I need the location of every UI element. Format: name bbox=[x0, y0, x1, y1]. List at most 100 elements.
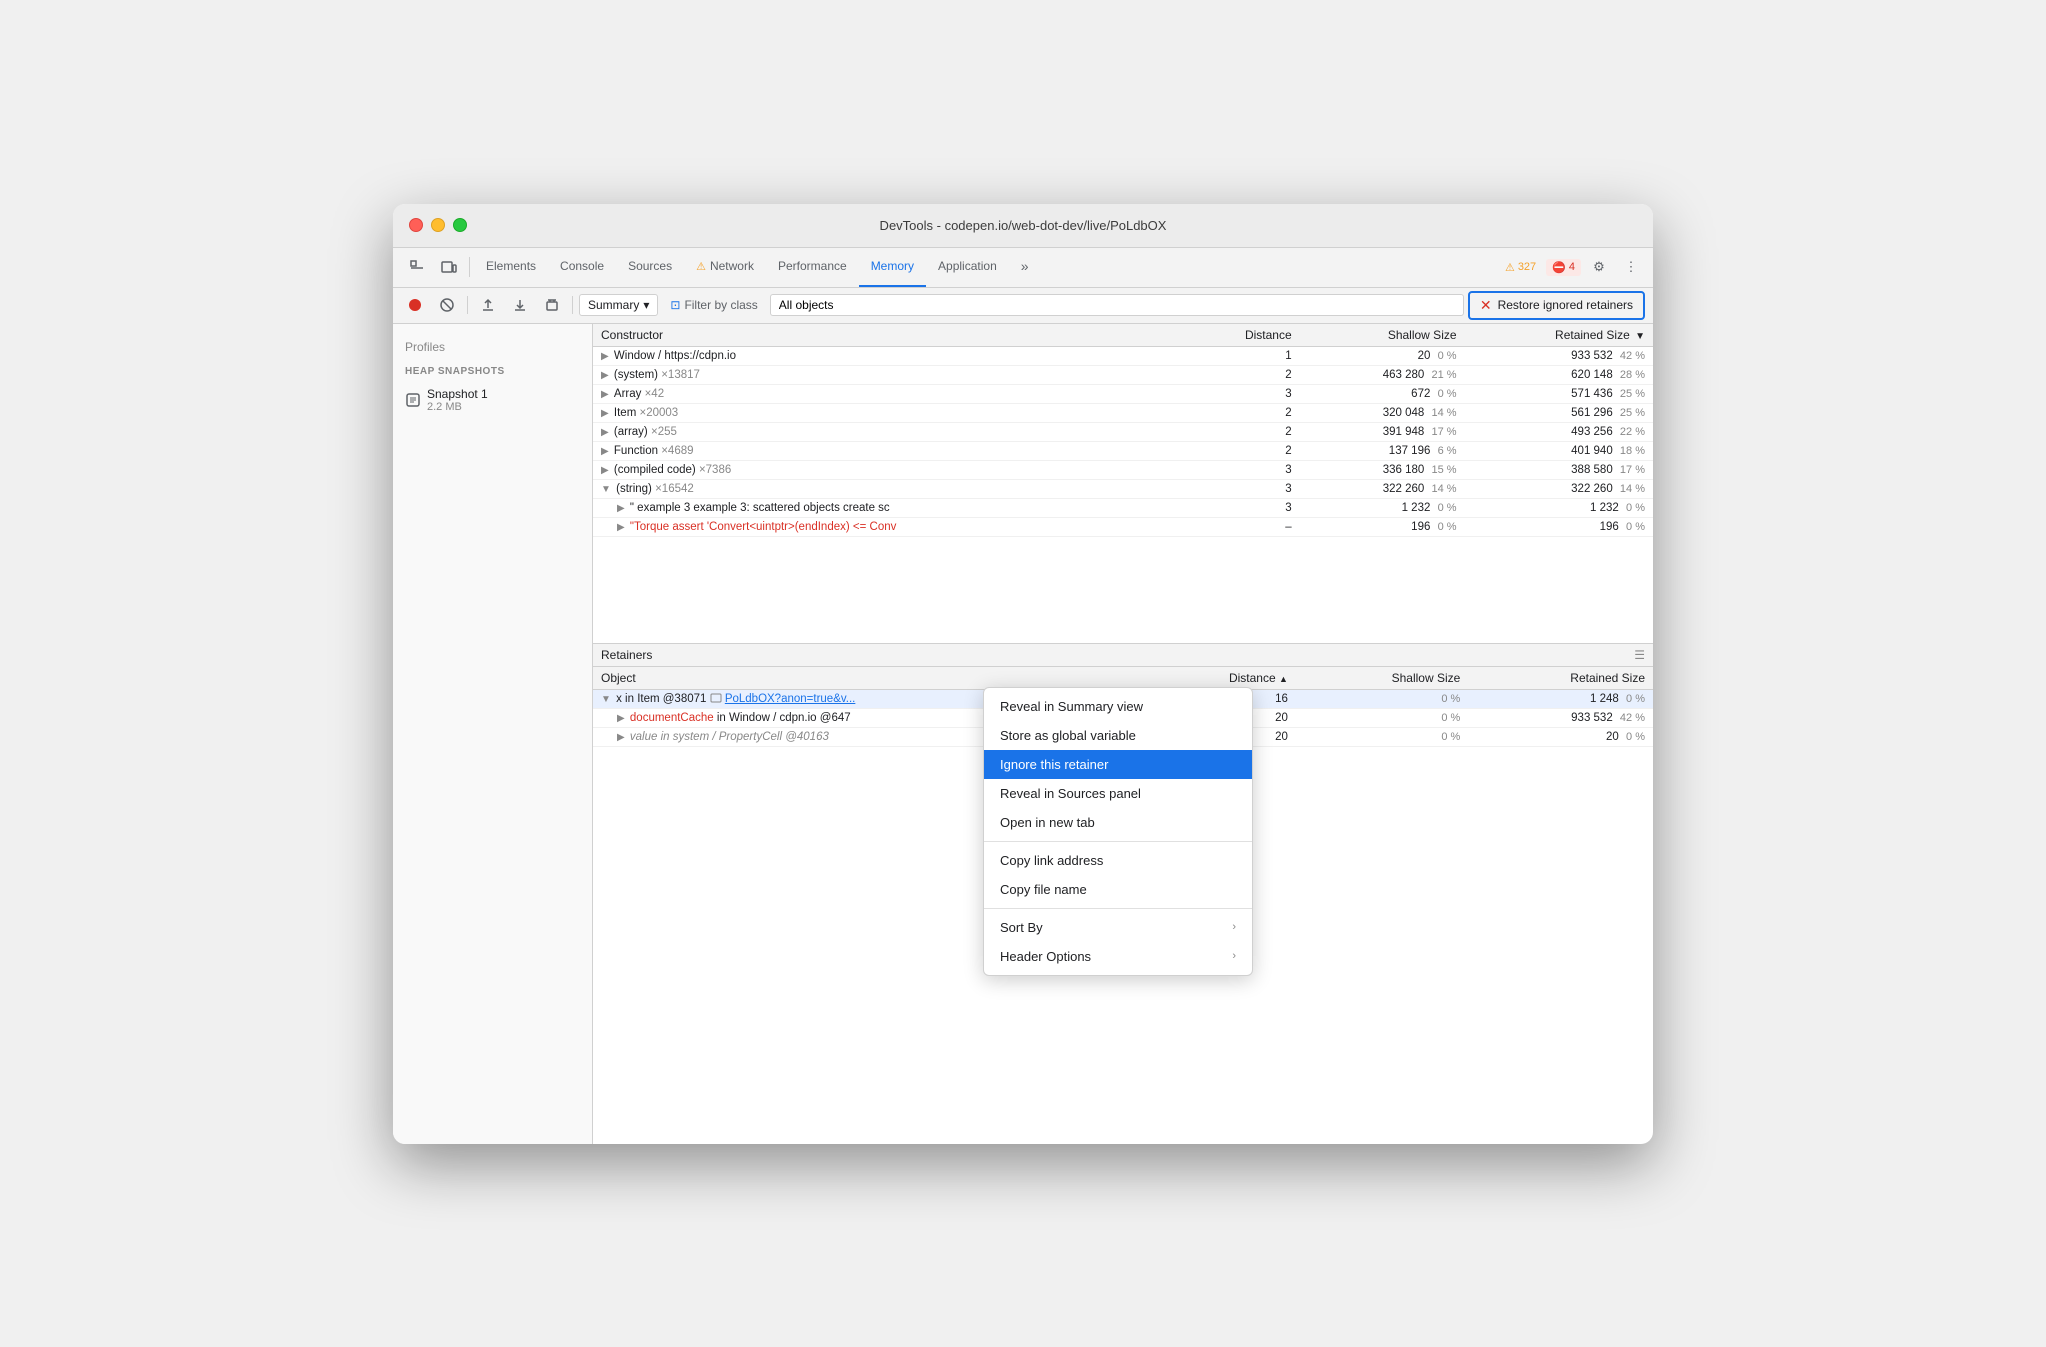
row-retained: 388 580 17 % bbox=[1465, 460, 1653, 479]
tab-console[interactable]: Console bbox=[548, 247, 616, 287]
ctx-store-global[interactable]: Store as global variable bbox=[984, 721, 1252, 750]
network-warning-icon: ⚠ bbox=[696, 260, 706, 273]
expand-icon[interactable]: ▶ bbox=[601, 446, 609, 457]
table-row[interactable]: ▶ Array ×42 3 672 0 % 571 436 25 % bbox=[593, 384, 1653, 403]
table-row[interactable]: ▶ Item ×20003 2 320 048 14 % 561 296 25 … bbox=[593, 403, 1653, 422]
table-row[interactable]: ▶ (array) ×255 2 391 948 17 % 493 256 22… bbox=[593, 422, 1653, 441]
ctx-header-options[interactable]: Header Options › bbox=[984, 942, 1252, 971]
table-row[interactable]: ▶ Function ×4689 2 137 196 6 % 401 940 1… bbox=[593, 441, 1653, 460]
tab-performance[interactable]: Performance bbox=[766, 247, 859, 287]
warning-badge: ⚠ 327 bbox=[1499, 259, 1542, 276]
warning-icon: ⚠ bbox=[1505, 261, 1515, 274]
row-constructor: ▶ Function ×4689 bbox=[593, 441, 1205, 460]
ctx-ignore-retainer[interactable]: Ignore this retainer bbox=[984, 750, 1252, 779]
table-row[interactable]: ▶ Window / https://cdpn.io 1 20 0 % 933 … bbox=[593, 346, 1653, 365]
clear-btn[interactable] bbox=[538, 291, 566, 319]
restore-retainers-btn[interactable]: ✕ Restore ignored retainers bbox=[1468, 291, 1645, 320]
snapshot-item[interactable]: Snapshot 1 2.2 MB bbox=[393, 381, 592, 419]
ctx-sort-by[interactable]: Sort By › bbox=[984, 913, 1252, 942]
table-row[interactable]: ▶ " example 3 example 3: scattered objec… bbox=[593, 498, 1653, 517]
ctx-open-tab[interactable]: Open in new tab bbox=[984, 808, 1252, 837]
row-distance: 3 bbox=[1205, 460, 1299, 479]
devtools-nav-tabs: Elements Console Sources ⚠ Network Perfo… bbox=[393, 248, 1653, 288]
expand-icon[interactable]: ▶ bbox=[617, 732, 625, 743]
cancel-btn[interactable] bbox=[433, 291, 461, 319]
row-constructor: ▶ Window / https://cdpn.io bbox=[593, 346, 1205, 365]
th-distance: Distance bbox=[1205, 324, 1299, 347]
title-bar: DevTools - codepen.io/web-dot-dev/live/P… bbox=[393, 204, 1653, 248]
expand-icon[interactable]: ▶ bbox=[601, 408, 609, 419]
snapshot-info: Snapshot 1 2.2 MB bbox=[427, 387, 488, 413]
ret-link[interactable]: PoLdbOX?anon=true&v... bbox=[725, 693, 856, 705]
close-button[interactable] bbox=[409, 218, 423, 232]
table-row[interactable]: ▶ "Torque assert 'Convert<uintptr>(endIn… bbox=[593, 517, 1653, 536]
heap-snapshots-title: HEAP SNAPSHOTS bbox=[393, 358, 592, 381]
upload-btn[interactable] bbox=[474, 291, 502, 319]
tab-memory[interactable]: Memory bbox=[859, 247, 926, 287]
collapse-icon[interactable]: ▼ bbox=[601, 484, 611, 495]
expand-icon[interactable]: ▶ bbox=[601, 427, 609, 438]
objects-filter-input[interactable] bbox=[770, 294, 1464, 316]
tab-more[interactable]: » bbox=[1009, 247, 1041, 287]
retainers-scroll-btn[interactable]: ☰ bbox=[1634, 648, 1645, 662]
ctx-copy-link[interactable]: Copy link address bbox=[984, 846, 1252, 875]
row-shallow: 137 196 6 % bbox=[1300, 441, 1465, 460]
filter-btn[interactable]: ⊡ Filter by class bbox=[662, 295, 765, 315]
retainers-header: Retainers ☰ bbox=[593, 644, 1653, 667]
table-row[interactable]: ▶ (system) ×13817 2 463 280 21 % 620 148… bbox=[593, 365, 1653, 384]
expand-icon[interactable]: ▶ bbox=[617, 713, 625, 724]
row-retained: 571 436 25 % bbox=[1465, 384, 1653, 403]
ret-row-shallow: 0 % bbox=[1296, 689, 1468, 708]
tab-sources[interactable]: Sources bbox=[616, 247, 684, 287]
download-btn[interactable] bbox=[506, 291, 534, 319]
row-constructor: ▶ Item ×20003 bbox=[593, 403, 1205, 422]
expand-icon[interactable]: ▶ bbox=[617, 522, 625, 533]
maximize-button[interactable] bbox=[453, 218, 467, 232]
ctx-separator-2 bbox=[984, 908, 1252, 909]
snapshot-icon bbox=[405, 392, 421, 408]
table-row[interactable]: ▼ (string) ×16542 3 322 260 14 % 322 260… bbox=[593, 479, 1653, 498]
inspect-icon-btn[interactable] bbox=[401, 251, 433, 283]
retainers-table-wrap: Object Distance ▲ Shallow Size Retained … bbox=[593, 667, 1653, 1144]
summary-dropdown[interactable]: Summary ▾ bbox=[579, 294, 658, 316]
sidebar: Profiles HEAP SNAPSHOTS Snapshot 1 2.2 M… bbox=[393, 324, 593, 1144]
tab-elements[interactable]: Elements bbox=[474, 247, 548, 287]
record-btn[interactable] bbox=[401, 291, 429, 319]
row-retained: 493 256 22 % bbox=[1465, 422, 1653, 441]
row-retained: 561 296 25 % bbox=[1465, 403, 1653, 422]
ret-row-retained: 1 248 0 % bbox=[1468, 689, 1653, 708]
expand-icon[interactable]: ▶ bbox=[601, 351, 609, 362]
expand-icon[interactable]: ▶ bbox=[601, 465, 609, 476]
minimize-button[interactable] bbox=[431, 218, 445, 232]
devtools-window: DevTools - codepen.io/web-dot-dev/live/P… bbox=[393, 204, 1653, 1144]
more-options-btn[interactable]: ⋮ bbox=[1617, 253, 1645, 281]
heap-table-header: Constructor Distance Shallow Size Retain… bbox=[593, 324, 1653, 347]
table-row[interactable]: ▶ (compiled code) ×7386 3 336 180 15 % 3… bbox=[593, 460, 1653, 479]
row-constructor: ▶ " example 3 example 3: scattered objec… bbox=[593, 498, 1205, 517]
ctx-reveal-summary[interactable]: Reveal in Summary view bbox=[984, 692, 1252, 721]
expand-icon[interactable]: ▶ bbox=[617, 503, 625, 514]
th-constructor: Constructor bbox=[593, 324, 1205, 347]
row-shallow: 463 280 21 % bbox=[1300, 365, 1465, 384]
heap-table: Constructor Distance Shallow Size Retain… bbox=[593, 324, 1653, 537]
retainers-header-row: Object Distance ▲ Shallow Size Retained … bbox=[593, 667, 1653, 690]
restore-x-icon: ✕ bbox=[1480, 297, 1492, 314]
ctx-reveal-sources[interactable]: Reveal in Sources panel bbox=[984, 779, 1252, 808]
row-retained: 1 232 0 % bbox=[1465, 498, 1653, 517]
row-constructor: ▶ Array ×42 bbox=[593, 384, 1205, 403]
window-title: DevTools - codepen.io/web-dot-dev/live/P… bbox=[880, 218, 1167, 233]
expand-icon[interactable]: ▶ bbox=[601, 389, 609, 400]
toolbar-div1 bbox=[467, 296, 468, 314]
retainers-title: Retainers bbox=[601, 648, 652, 662]
settings-btn[interactable]: ⚙ bbox=[1585, 253, 1613, 281]
tab-application[interactable]: Application bbox=[926, 247, 1009, 287]
error-badge: ⛔ 4 bbox=[1546, 259, 1581, 276]
summary-label: Summary bbox=[588, 298, 639, 312]
expand-icon[interactable]: ▼ bbox=[601, 694, 611, 705]
retainers-section: Retainers ☰ Object Distance ▲ Shallow Si… bbox=[593, 644, 1653, 1144]
ctx-copy-filename[interactable]: Copy file name bbox=[984, 875, 1252, 904]
device-mode-btn[interactable] bbox=[433, 251, 465, 283]
expand-icon[interactable]: ▶ bbox=[601, 370, 609, 381]
row-constructor: ▼ (string) ×16542 bbox=[593, 479, 1205, 498]
tab-network[interactable]: ⚠ Network bbox=[684, 247, 766, 287]
